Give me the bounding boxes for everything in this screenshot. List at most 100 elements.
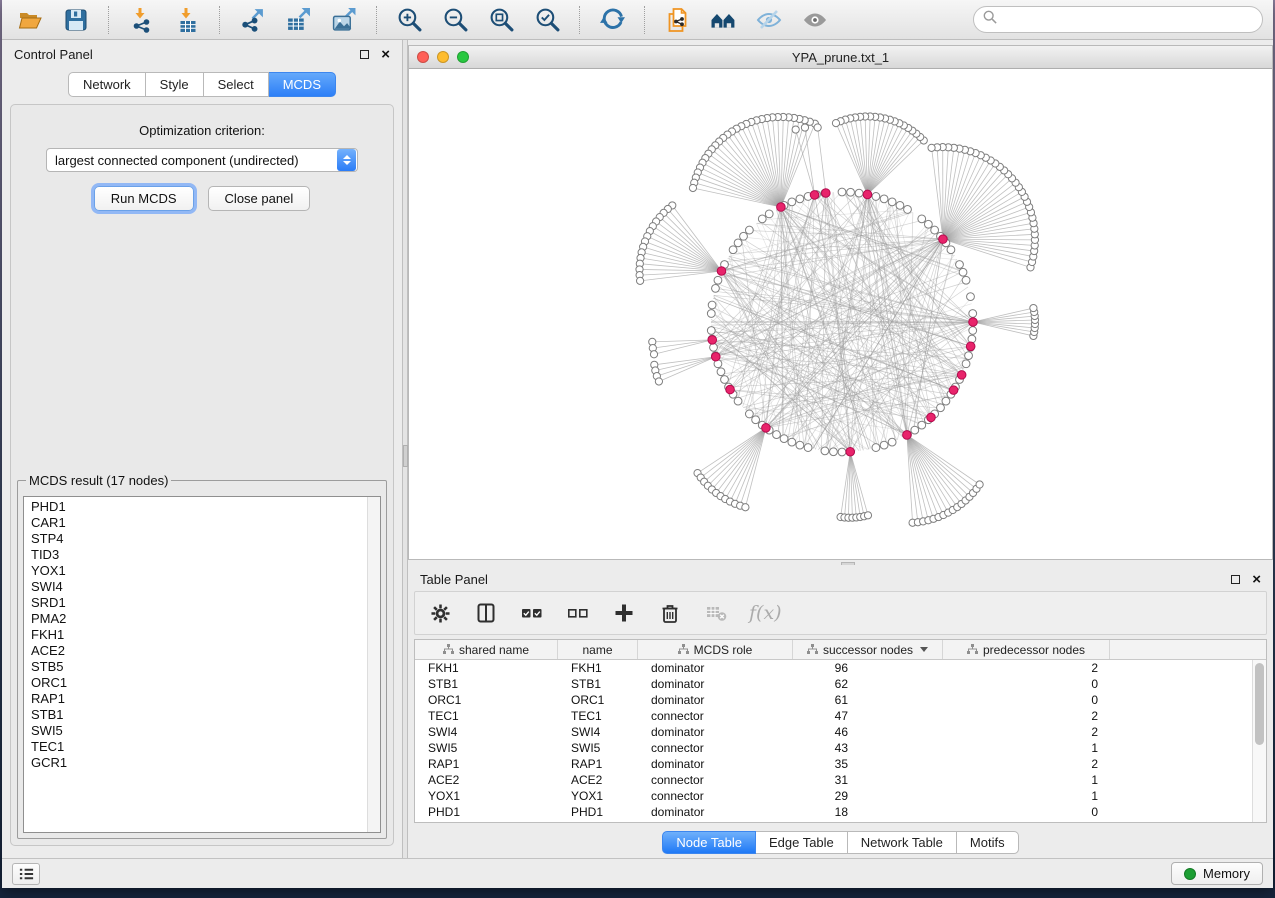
mcds-result-item[interactable]: ORC1	[31, 675, 380, 691]
tab-style[interactable]: Style	[146, 72, 204, 97]
table-cell: SWI4	[415, 725, 558, 739]
table-row[interactable]: RAP1RAP1dominator352	[415, 756, 1252, 772]
column-header-predecessor-nodes[interactable]: predecessor nodes	[943, 640, 1110, 659]
mcds-result-item[interactable]: TID3	[31, 547, 380, 563]
mcds-result-item[interactable]: STB5	[31, 659, 380, 675]
zoom-fit-icon[interactable]	[483, 5, 519, 35]
float-panel-icon[interactable]	[360, 50, 369, 59]
table-body: FKH1FKH1dominator962STB1STB1dominator620…	[415, 660, 1252, 822]
table-cell: dominator	[638, 805, 793, 819]
run-mcds-button[interactable]: Run MCDS	[94, 186, 194, 211]
add-column-icon[interactable]	[611, 599, 637, 627]
result-list-scrollbar[interactable]	[367, 497, 380, 832]
close-table-panel-icon[interactable]: ×	[1252, 572, 1261, 587]
float-table-panel-icon[interactable]	[1231, 575, 1240, 584]
network-titlebar[interactable]: YPA_prune.txt_1	[409, 46, 1272, 69]
table-cell: 1	[943, 741, 1110, 755]
column-header-mcds-role[interactable]: MCDS role	[638, 640, 793, 659]
mcds-result-item[interactable]: PHD1	[31, 499, 380, 515]
table-row[interactable]: YOX1YOX1connector291	[415, 788, 1252, 804]
memory-button[interactable]: Memory	[1171, 862, 1263, 885]
mcds-result-item[interactable]: PMA2	[31, 611, 380, 627]
mcds-tab-content: Optimization criterion: largest connecte…	[10, 104, 394, 846]
table-cell: YOX1	[558, 789, 638, 803]
table-row[interactable]: ACE2ACE2connector311	[415, 772, 1252, 788]
table-row[interactable]: SWI4SWI4dominator462	[415, 724, 1252, 740]
close-panel-icon[interactable]: ×	[381, 47, 390, 62]
open-file-icon[interactable]	[12, 5, 48, 35]
table-scrollbar[interactable]	[1252, 660, 1266, 822]
close-panel-button[interactable]: Close panel	[208, 186, 311, 211]
table-cell: ACE2	[415, 773, 558, 787]
table-row[interactable]: TEC1TEC1connector472	[415, 708, 1252, 724]
table-header-row: shared name name MCDS role successor nod…	[415, 640, 1266, 660]
mcds-result-item[interactable]: FKH1	[31, 627, 380, 643]
table-row[interactable]: ORC1ORC1dominator610	[415, 692, 1252, 708]
zoom-selected-icon[interactable]	[529, 5, 565, 35]
save-session-icon[interactable]	[58, 5, 94, 35]
mcds-result-item[interactable]: SRD1	[31, 595, 380, 611]
mcds-result-item[interactable]: STP4	[31, 531, 380, 547]
table-cell: 47	[793, 709, 943, 723]
criterion-value: largest connected component (undirected)	[47, 153, 337, 168]
table-cell: FKH1	[558, 661, 638, 675]
mcds-result-item[interactable]: TEC1	[31, 739, 380, 755]
table-cell: 46	[793, 725, 943, 739]
mcds-result-item[interactable]: GCR1	[31, 755, 380, 771]
node-table: shared name name MCDS role successor nod…	[414, 639, 1267, 823]
table-cell: ACE2	[558, 773, 638, 787]
table-scrollbar-thumb[interactable]	[1255, 663, 1264, 745]
mcds-result-list[interactable]: PHD1CAR1STP4TID3YOX1SWI4SRD1PMA2FKH1ACE2…	[23, 496, 381, 833]
table-tabs: Node Table Edge Table Network Table Moti…	[408, 831, 1273, 854]
tab-select[interactable]: Select	[204, 72, 269, 97]
column-header-shared-name[interactable]: shared name	[415, 640, 558, 659]
mcds-result-item[interactable]: ACE2	[31, 643, 380, 659]
first-neighbors-icon[interactable]	[705, 5, 741, 35]
column-header-successor-nodes[interactable]: successor nodes	[793, 640, 943, 659]
export-table-icon[interactable]	[280, 5, 316, 35]
show-columns-icon[interactable]	[473, 599, 499, 627]
tab-mcds[interactable]: MCDS	[269, 72, 336, 97]
import-table-icon[interactable]	[169, 5, 205, 35]
zoom-in-icon[interactable]	[391, 5, 427, 35]
table-cell: connector	[638, 741, 793, 755]
table-row[interactable]: SWI5SWI5connector431	[415, 740, 1252, 756]
search-input[interactable]	[1003, 12, 1253, 27]
show-task-history-button[interactable]	[12, 863, 40, 885]
table-panel: Table Panel ×	[408, 565, 1273, 858]
deselect-all-rows-icon[interactable]	[565, 599, 591, 627]
table-row[interactable]: PHD1PHD1dominator180	[415, 804, 1252, 820]
tab-edge-table[interactable]: Edge Table	[756, 831, 848, 854]
mcds-result-item[interactable]: SWI4	[31, 579, 380, 595]
clone-network-icon[interactable]	[659, 5, 695, 35]
select-all-rows-icon[interactable]	[519, 599, 545, 627]
tab-network-table[interactable]: Network Table	[848, 831, 957, 854]
mcds-result-item[interactable]: RAP1	[31, 691, 380, 707]
delete-column-icon[interactable]	[657, 599, 683, 627]
mcds-result-item[interactable]: STB1	[31, 707, 380, 723]
hide-selected-icon[interactable]	[751, 5, 787, 35]
mcds-result-fieldset: MCDS result (17 nodes) PHD1CAR1STP4TID3Y…	[17, 473, 387, 839]
export-image-icon[interactable]	[326, 5, 362, 35]
table-cell: SWI5	[558, 741, 638, 755]
mcds-result-item[interactable]: CAR1	[31, 515, 380, 531]
zoom-out-icon[interactable]	[437, 5, 473, 35]
table-cell: STB1	[558, 677, 638, 691]
table-row[interactable]: STB1STB1dominator620	[415, 676, 1252, 692]
tab-network[interactable]: Network	[68, 72, 146, 97]
apply-layout-icon[interactable]	[594, 5, 630, 35]
mcds-result-item[interactable]: YOX1	[31, 563, 380, 579]
tab-motifs[interactable]: Motifs	[957, 831, 1019, 854]
column-header-name[interactable]: name	[558, 640, 638, 659]
toolbar-separator	[579, 6, 580, 34]
export-network-icon[interactable]	[234, 5, 270, 35]
search-box[interactable]	[973, 6, 1263, 33]
import-network-icon[interactable]	[123, 5, 159, 35]
show-all-icon[interactable]	[797, 5, 833, 35]
table-settings-gear-icon[interactable]	[427, 599, 453, 627]
tab-node-table[interactable]: Node Table	[662, 831, 756, 854]
network-canvas[interactable]	[409, 69, 1272, 559]
table-row[interactable]: FKH1FKH1dominator962	[415, 660, 1252, 676]
criterion-dropdown[interactable]: largest connected component (undirected)	[46, 148, 358, 172]
mcds-result-item[interactable]: SWI5	[31, 723, 380, 739]
